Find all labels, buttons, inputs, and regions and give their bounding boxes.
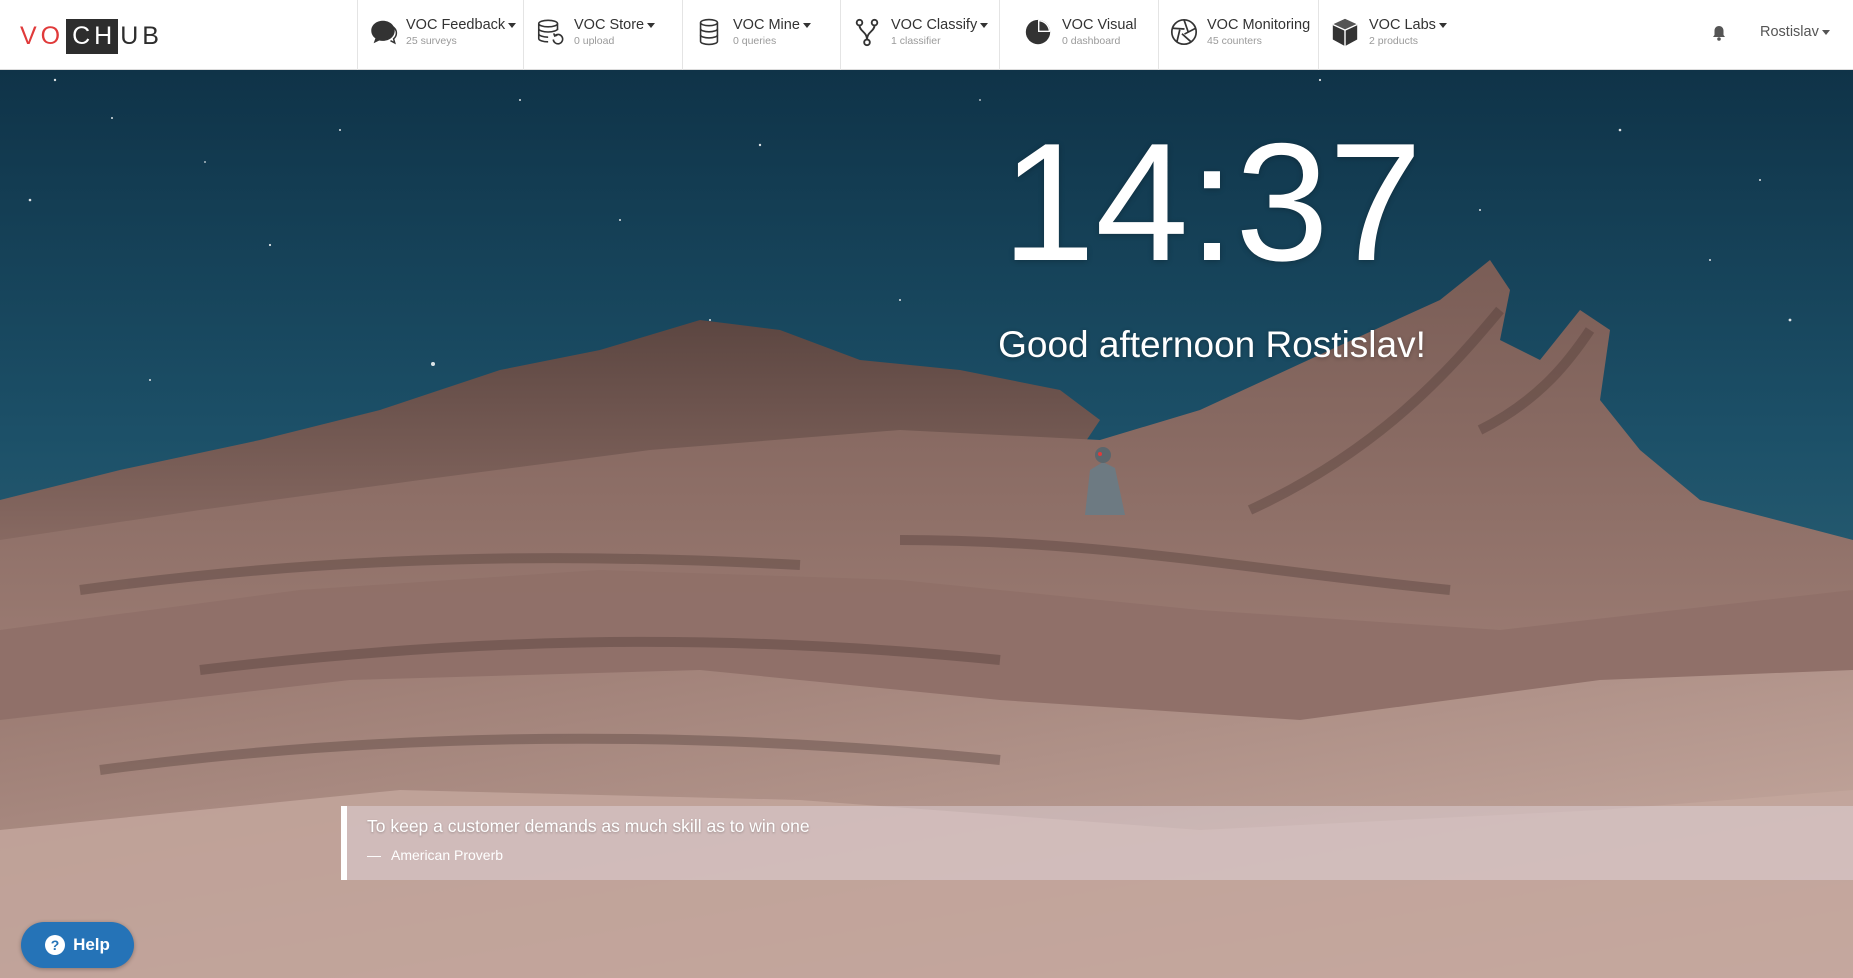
nav-item-title: VOC Monitoring — [1207, 17, 1311, 33]
fork-icon — [851, 16, 883, 48]
product-menu: VOC Feedback 25 surveys VOC Store 0 uplo… — [357, 0, 1458, 70]
caret-down-icon — [802, 22, 811, 28]
nav-item-subtitle: 45 counters — [1207, 35, 1262, 47]
nav-item-title: VOC Store — [574, 17, 645, 33]
quote-text: To keep a customer demands as much skill… — [367, 816, 810, 836]
nav-item-voc-feedback[interactable]: VOC Feedback 25 surveys — [357, 0, 523, 70]
quote-author-line: — American Proverb — [367, 847, 1853, 863]
caret-down-icon — [1438, 22, 1447, 28]
nav-item-voc-labs[interactable]: VOC Labs 2 products — [1318, 0, 1458, 70]
nav-item-title: VOC Labs — [1369, 17, 1436, 33]
hero-background: 14:37 Good afternoon Rostislav! To keep … — [0, 70, 1853, 978]
logo-text-ub: UB — [120, 22, 163, 50]
database-refresh-icon — [534, 16, 566, 48]
nav-item-subtitle: 0 upload — [574, 35, 615, 47]
top-navbar: VO CH UB VOC Feedback 25 surveys VOC Sto… — [0, 0, 1853, 70]
nav-item-subtitle: 2 products — [1369, 35, 1419, 47]
help-button[interactable]: ? Help — [21, 922, 134, 968]
user-menu[interactable]: Rostislav — [1760, 24, 1830, 40]
logo-text-vo: VO — [20, 22, 65, 50]
question-mark-icon: ? — [45, 935, 66, 955]
nav-item-subtitle: 0 dashboard — [1062, 35, 1121, 47]
quote-dash: — — [367, 847, 381, 863]
nav-item-subtitle: 0 queries — [733, 35, 777, 47]
nav-item-voc-classify[interactable]: VOC Classify 1 classifier — [840, 0, 999, 70]
aperture-icon — [1169, 16, 1199, 48]
caret-down-icon — [508, 22, 517, 28]
nav-item-title: VOC Visual — [1062, 17, 1137, 33]
nav-item-title: VOC Feedback — [406, 17, 506, 33]
cube-icon — [1329, 16, 1361, 48]
nav-item-voc-visual[interactable]: VOC Visual 0 dashboard — [999, 0, 1158, 70]
quote-box: To keep a customer demands as much skill… — [341, 806, 1853, 880]
clock-display: 14:37 — [1001, 108, 1423, 296]
bell-icon[interactable] — [1711, 24, 1727, 42]
nav-item-voc-mine[interactable]: VOC Mine 0 queries — [682, 0, 840, 70]
nav-item-title: VOC Mine — [733, 17, 800, 33]
quote-author: American Proverb — [391, 847, 504, 863]
nav-item-subtitle: 25 surveys — [406, 35, 457, 47]
chat-bubble-icon — [368, 16, 398, 48]
nav-item-title: VOC Classify — [891, 17, 978, 33]
user-name: Rostislav — [1760, 24, 1819, 40]
nav-item-subtitle: 1 classifier — [891, 35, 941, 47]
vochub-logo[interactable]: VO CH UB — [20, 18, 163, 55]
logo-text-ch: CH — [66, 19, 119, 54]
help-label: Help — [73, 935, 110, 954]
nav-item-voc-monitoring[interactable]: VOC Monitoring 45 counters — [1158, 0, 1318, 70]
database-cylinder-icon — [693, 16, 725, 48]
greeting-text: Good afternoon Rostislav! — [998, 324, 1426, 365]
caret-down-icon — [647, 22, 656, 28]
nav-item-voc-store[interactable]: VOC Store 0 upload — [523, 0, 682, 70]
pie-chart-icon — [1022, 16, 1054, 48]
caret-down-icon — [980, 22, 989, 28]
caret-down-icon — [1821, 29, 1830, 35]
